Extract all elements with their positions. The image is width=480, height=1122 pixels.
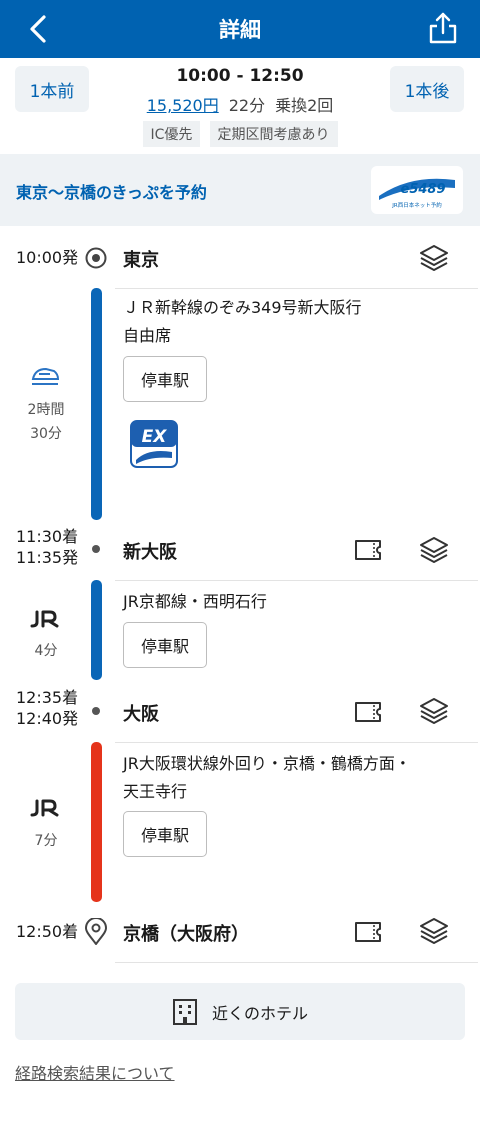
line-name: ＪＲ新幹線のぞみ349号新大阪行 <box>123 298 362 317</box>
line-info: JR大阪環状線外回り・京橋・鶴橋方面・ 天王寺行 <box>123 750 411 806</box>
page-title: 詳細 <box>219 18 261 42</box>
nearby-hotels-button[interactable]: 近くのホテル <box>15 983 465 1040</box>
duration-text: 22分 <box>228 96 266 115</box>
jr-logo-icon <box>30 610 59 628</box>
divider <box>115 742 478 743</box>
destination-pin-icon <box>85 918 107 945</box>
segment-duration: 7分 <box>34 833 58 849</box>
station-name[interactable]: 京橋（大阪府） <box>123 920 249 946</box>
logo-subtext: JR西日本ネット予約 <box>391 201 442 209</box>
ticket-icon[interactable] <box>353 701 383 723</box>
jr-kyoto-line-bar <box>91 580 102 680</box>
layers-icon[interactable] <box>418 535 450 565</box>
route-summary: 1本前 10:00 - 12:50 15,520円 22分 乗換2回 IC優先 定期… <box>0 58 480 154</box>
next-train-button[interactable]: 1本後 <box>390 66 464 112</box>
layers-icon[interactable] <box>418 243 450 273</box>
segment-duration: 4分 <box>34 643 58 659</box>
route-detail: 10:00発 東京 2時間 30分 ＪＲ新幹線のぞみ349号新大阪行 自由席 停… <box>0 226 480 966</box>
layers-icon[interactable] <box>418 696 450 726</box>
line-info: ＪＲ新幹線のぞみ349号新大阪行 自由席 <box>123 294 362 350</box>
ticket-icon[interactable] <box>353 921 383 943</box>
station-name[interactable]: 東京 <box>123 246 159 272</box>
arrival-time: 11:30着 <box>16 527 79 546</box>
station-dot <box>92 707 100 715</box>
seat-type: 自由席 <box>123 326 172 345</box>
logo-text: e5489 <box>401 182 446 197</box>
duration-minutes: 30分 <box>30 426 62 442</box>
shinkansen-line-bar <box>91 288 102 520</box>
fare-link[interactable]: 15,520円 <box>147 96 219 115</box>
jr-logo-icon <box>30 799 59 817</box>
stops-button[interactable]: 停車駅 <box>123 622 207 668</box>
stops-button[interactable]: 停車駅 <box>123 811 207 857</box>
departure-time: 12:40発 <box>16 709 79 728</box>
departure-time: 10:00発 <box>16 248 79 267</box>
departure-time: 11:35発 <box>16 548 79 567</box>
tag-ic: IC優先 <box>142 121 201 147</box>
shinkansen-icon <box>31 367 60 385</box>
line-name: JR京都線・西明石行 <box>123 592 267 611</box>
divider <box>115 962 478 963</box>
building-icon <box>172 998 197 1025</box>
divider <box>115 580 478 581</box>
divider <box>115 288 478 289</box>
line-name-continued: 天王寺行 <box>123 782 188 801</box>
tag-commuter-pass: 定期区間考慮あり <box>209 121 338 147</box>
station-name[interactable]: 新大阪 <box>123 538 177 564</box>
reservation-link[interactable]: 東京～京橋のきっぷを予約 <box>16 179 207 203</box>
transfers-text: 乗換2回 <box>275 96 334 115</box>
hotel-label: 近くのホテル <box>211 1003 308 1023</box>
station-name[interactable]: 大阪 <box>123 700 159 726</box>
line-name: JR大阪環状線外回り・京橋・鶴橋方面・ <box>123 754 411 773</box>
arrival-time: 12:35着 <box>16 688 79 707</box>
arrival-time: 12:50着 <box>16 922 79 941</box>
e5489-logo: e5489 JR西日本ネット予約 <box>371 166 463 214</box>
origin-icon <box>85 247 107 269</box>
ex-logo[interactable]: EX <box>130 420 178 468</box>
segment-duration: 2時間 30分 <box>18 398 74 446</box>
ex-logo-text: EX <box>142 427 168 447</box>
share-icon[interactable] <box>428 12 458 44</box>
app-header: 詳細 <box>0 0 480 58</box>
about-search-results-link[interactable]: 経路検索結果について <box>15 1060 175 1084</box>
condition-tags: IC優先 定期区間考慮あり <box>0 121 480 147</box>
reservation-banner[interactable]: 東京～京橋のきっぷを予約 e5489 JR西日本ネット予約 <box>0 154 480 226</box>
station-dot <box>92 545 100 553</box>
ticket-icon[interactable] <box>353 539 383 561</box>
osaka-loop-line-bar <box>91 742 102 902</box>
duration-hours: 2時間 <box>27 402 65 418</box>
stops-button[interactable]: 停車駅 <box>123 356 207 402</box>
layers-icon[interactable] <box>418 916 450 946</box>
